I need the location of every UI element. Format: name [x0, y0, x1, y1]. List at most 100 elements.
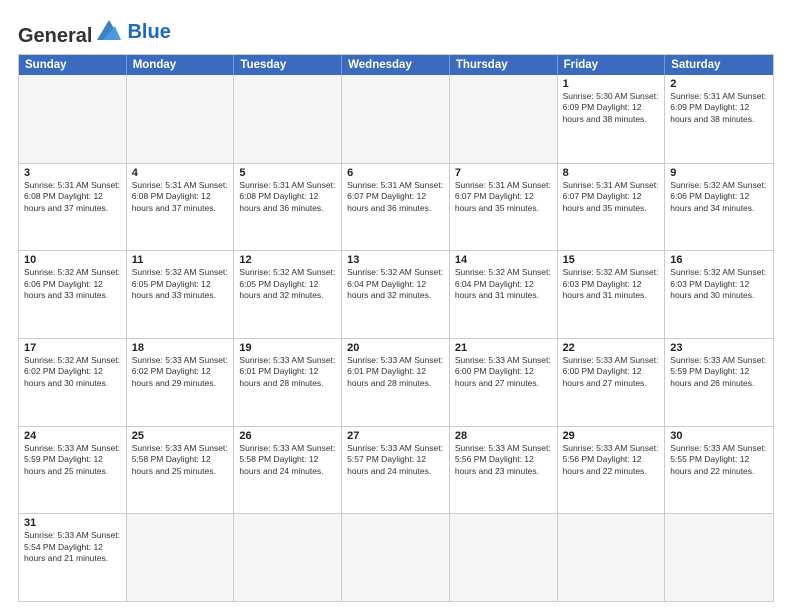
calendar-cell: 14Sunrise: 5:32 AM Sunset: 6:04 PM Dayli… [450, 251, 558, 338]
calendar-cell [127, 514, 235, 601]
cell-info: Sunrise: 5:33 AM Sunset: 5:58 PM Dayligh… [132, 443, 229, 477]
cell-info: Sunrise: 5:33 AM Sunset: 5:54 PM Dayligh… [24, 530, 121, 564]
calendar-cell [450, 75, 558, 163]
day-number: 22 [563, 342, 660, 354]
cell-info: Sunrise: 5:30 AM Sunset: 6:09 PM Dayligh… [563, 91, 660, 125]
cell-info: Sunrise: 5:31 AM Sunset: 6:08 PM Dayligh… [239, 180, 336, 214]
day-number: 11 [132, 254, 229, 266]
cell-info: Sunrise: 5:33 AM Sunset: 5:59 PM Dayligh… [24, 443, 121, 477]
calendar-cell: 7Sunrise: 5:31 AM Sunset: 6:07 PM Daylig… [450, 164, 558, 251]
day-number: 21 [455, 342, 552, 354]
calendar-cell [234, 514, 342, 601]
page: General Blue SundayMondayTuesdayWednesda… [0, 0, 792, 612]
cell-info: Sunrise: 5:31 AM Sunset: 6:08 PM Dayligh… [24, 180, 121, 214]
cell-info: Sunrise: 5:33 AM Sunset: 6:01 PM Dayligh… [239, 355, 336, 389]
calendar-cell: 31Sunrise: 5:33 AM Sunset: 5:54 PM Dayli… [19, 514, 127, 601]
day-number: 14 [455, 254, 552, 266]
calendar-cell: 16Sunrise: 5:32 AM Sunset: 6:03 PM Dayli… [665, 251, 773, 338]
day-number: 20 [347, 342, 444, 354]
header-cell-tuesday: Tuesday [234, 55, 342, 75]
calendar-row: 1Sunrise: 5:30 AM Sunset: 6:09 PM Daylig… [19, 75, 773, 163]
cell-info: Sunrise: 5:33 AM Sunset: 6:00 PM Dayligh… [563, 355, 660, 389]
calendar-cell [234, 75, 342, 163]
day-number: 8 [563, 167, 660, 179]
calendar-cell: 10Sunrise: 5:32 AM Sunset: 6:06 PM Dayli… [19, 251, 127, 338]
calendar-cell: 21Sunrise: 5:33 AM Sunset: 6:00 PM Dayli… [450, 339, 558, 426]
calendar-cell [127, 75, 235, 163]
day-number: 5 [239, 167, 336, 179]
logo: General Blue [18, 18, 171, 46]
calendar-cell: 9Sunrise: 5:32 AM Sunset: 6:06 PM Daylig… [665, 164, 773, 251]
calendar-cell: 13Sunrise: 5:32 AM Sunset: 6:04 PM Dayli… [342, 251, 450, 338]
day-number: 9 [670, 167, 768, 179]
cell-info: Sunrise: 5:32 AM Sunset: 6:05 PM Dayligh… [239, 267, 336, 301]
logo-text: General [18, 26, 92, 46]
calendar-row: 17Sunrise: 5:32 AM Sunset: 6:02 PM Dayli… [19, 338, 773, 426]
calendar-cell: 5Sunrise: 5:31 AM Sunset: 6:08 PM Daylig… [234, 164, 342, 251]
calendar-cell [19, 75, 127, 163]
cell-info: Sunrise: 5:33 AM Sunset: 5:57 PM Dayligh… [347, 443, 444, 477]
cell-info: Sunrise: 5:33 AM Sunset: 5:56 PM Dayligh… [455, 443, 552, 477]
calendar-cell: 6Sunrise: 5:31 AM Sunset: 6:07 PM Daylig… [342, 164, 450, 251]
calendar-cell: 11Sunrise: 5:32 AM Sunset: 6:05 PM Dayli… [127, 251, 235, 338]
calendar-cell [665, 514, 773, 601]
cell-info: Sunrise: 5:32 AM Sunset: 6:03 PM Dayligh… [670, 267, 768, 301]
day-number: 15 [563, 254, 660, 266]
header-cell-thursday: Thursday [450, 55, 558, 75]
calendar-cell: 12Sunrise: 5:32 AM Sunset: 6:05 PM Dayli… [234, 251, 342, 338]
calendar-row: 24Sunrise: 5:33 AM Sunset: 5:59 PM Dayli… [19, 426, 773, 514]
day-number: 17 [24, 342, 121, 354]
cell-info: Sunrise: 5:32 AM Sunset: 6:03 PM Dayligh… [563, 267, 660, 301]
cell-info: Sunrise: 5:32 AM Sunset: 6:04 PM Dayligh… [455, 267, 552, 301]
calendar-cell: 27Sunrise: 5:33 AM Sunset: 5:57 PM Dayli… [342, 427, 450, 514]
cell-info: Sunrise: 5:32 AM Sunset: 6:04 PM Dayligh… [347, 267, 444, 301]
day-number: 13 [347, 254, 444, 266]
calendar-cell: 26Sunrise: 5:33 AM Sunset: 5:58 PM Dayli… [234, 427, 342, 514]
calendar-row: 31Sunrise: 5:33 AM Sunset: 5:54 PM Dayli… [19, 513, 773, 601]
calendar-header: SundayMondayTuesdayWednesdayThursdayFrid… [19, 55, 773, 75]
cell-info: Sunrise: 5:33 AM Sunset: 5:59 PM Dayligh… [670, 355, 768, 389]
calendar-cell: 23Sunrise: 5:33 AM Sunset: 5:59 PM Dayli… [665, 339, 773, 426]
day-number: 30 [670, 430, 768, 442]
logo-blue-icon [93, 18, 125, 44]
day-number: 29 [563, 430, 660, 442]
calendar-cell: 18Sunrise: 5:33 AM Sunset: 6:02 PM Dayli… [127, 339, 235, 426]
day-number: 12 [239, 254, 336, 266]
day-number: 6 [347, 167, 444, 179]
calendar-cell: 4Sunrise: 5:31 AM Sunset: 6:08 PM Daylig… [127, 164, 235, 251]
cell-info: Sunrise: 5:31 AM Sunset: 6:07 PM Dayligh… [455, 180, 552, 214]
logo-blue-text: Blue [127, 21, 170, 43]
calendar-cell: 2Sunrise: 5:31 AM Sunset: 6:09 PM Daylig… [665, 75, 773, 163]
header-cell-monday: Monday [127, 55, 235, 75]
cell-info: Sunrise: 5:31 AM Sunset: 6:08 PM Dayligh… [132, 180, 229, 214]
cell-info: Sunrise: 5:33 AM Sunset: 6:00 PM Dayligh… [455, 355, 552, 389]
day-number: 1 [563, 78, 660, 90]
header-cell-friday: Friday [558, 55, 666, 75]
day-number: 24 [24, 430, 121, 442]
day-number: 28 [455, 430, 552, 442]
cell-info: Sunrise: 5:33 AM Sunset: 6:02 PM Dayligh… [132, 355, 229, 389]
calendar-cell: 24Sunrise: 5:33 AM Sunset: 5:59 PM Dayli… [19, 427, 127, 514]
day-number: 18 [132, 342, 229, 354]
header-cell-saturday: Saturday [665, 55, 773, 75]
cell-info: Sunrise: 5:33 AM Sunset: 6:01 PM Dayligh… [347, 355, 444, 389]
day-number: 4 [132, 167, 229, 179]
calendar-cell: 1Sunrise: 5:30 AM Sunset: 6:09 PM Daylig… [558, 75, 666, 163]
calendar-cell [558, 514, 666, 601]
calendar-cell: 25Sunrise: 5:33 AM Sunset: 5:58 PM Dayli… [127, 427, 235, 514]
cell-info: Sunrise: 5:32 AM Sunset: 6:06 PM Dayligh… [24, 267, 121, 301]
day-number: 10 [24, 254, 121, 266]
calendar-cell: 19Sunrise: 5:33 AM Sunset: 6:01 PM Dayli… [234, 339, 342, 426]
calendar-cell [342, 514, 450, 601]
day-number: 25 [132, 430, 229, 442]
day-number: 31 [24, 517, 121, 529]
cell-info: Sunrise: 5:31 AM Sunset: 6:07 PM Dayligh… [347, 180, 444, 214]
cell-info: Sunrise: 5:33 AM Sunset: 5:58 PM Dayligh… [239, 443, 336, 477]
cell-info: Sunrise: 5:33 AM Sunset: 5:56 PM Dayligh… [563, 443, 660, 477]
day-number: 2 [670, 78, 768, 90]
calendar-cell: 3Sunrise: 5:31 AM Sunset: 6:08 PM Daylig… [19, 164, 127, 251]
cell-info: Sunrise: 5:31 AM Sunset: 6:07 PM Dayligh… [563, 180, 660, 214]
calendar-cell: 15Sunrise: 5:32 AM Sunset: 6:03 PM Dayli… [558, 251, 666, 338]
day-number: 16 [670, 254, 768, 266]
calendar-cell: 22Sunrise: 5:33 AM Sunset: 6:00 PM Dayli… [558, 339, 666, 426]
